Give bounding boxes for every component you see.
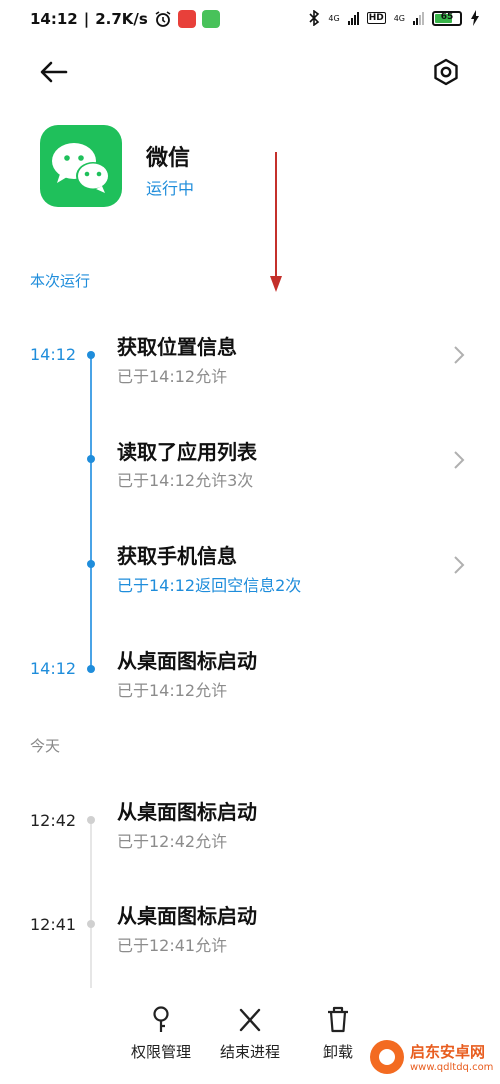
timeline-dot: [87, 351, 95, 359]
battery-icon: 65: [432, 10, 462, 26]
close-icon: [239, 1008, 261, 1032]
timeline-time: 14:12: [30, 345, 77, 364]
timeline-title: 从桌面图标启动: [117, 800, 257, 824]
end-process-label: 结束进程: [219, 1043, 280, 1061]
key-icon: [153, 1006, 169, 1032]
timeline-line-today: [90, 818, 92, 988]
timeline-time: 12:41: [30, 915, 77, 934]
timeline-subtitle: 已于14:12允许3次: [117, 471, 254, 490]
timeline-title: 获取位置信息: [117, 335, 237, 359]
watermark-name: 启东安卓网: [410, 1043, 486, 1061]
app-status: 运行中: [146, 179, 195, 198]
timeline-subtitle: 已于14:12允许: [117, 681, 228, 700]
section-current-run: 本次运行: [30, 272, 91, 290]
timeline-dot: [87, 455, 95, 463]
timeline-dot: [87, 665, 95, 673]
timeline-time: 12:42: [30, 811, 77, 830]
timeline-line-current: [90, 355, 92, 669]
timeline-dot: [87, 920, 95, 928]
status-time: 14:12: [30, 10, 78, 28]
timeline-title: 从桌面图标启动: [117, 649, 257, 673]
bluetooth-icon: [309, 10, 320, 26]
signal-bars-icon-2: [413, 11, 424, 25]
timeline-time: 14:12: [30, 659, 77, 678]
timeline-title: 获取手机信息: [117, 544, 237, 568]
timeline-subtitle: 已于12:42允许: [117, 832, 228, 851]
battery-level: 65: [440, 11, 454, 22]
status-divider: |: [83, 10, 90, 28]
status-left: 14:12 | 2.7K/s: [30, 10, 220, 28]
trash-icon: [328, 1006, 348, 1033]
signal-label-2: 4G: [393, 13, 405, 23]
status-speed: 2.7K/s: [95, 10, 148, 28]
uninstall-label: 卸载: [322, 1043, 353, 1061]
status-bar: 14:12 | 2.7K/s 4G HD 4G 65: [0, 0, 500, 44]
section-today: 今天: [30, 737, 61, 755]
wechat-icon: [40, 125, 122, 207]
permissions-label: 权限管理: [130, 1043, 191, 1061]
timeline-subtitle: 已于14:12返回空信息2次: [117, 576, 302, 595]
app-name: 微信: [146, 146, 191, 171]
chevron-right-icon[interactable]: [452, 345, 466, 365]
notification-app-icon-1: [177, 10, 196, 28]
alarm-icon: [155, 11, 171, 27]
back-arrow-icon[interactable]: [38, 56, 70, 88]
charging-icon: [471, 10, 479, 26]
hd-badge: HD: [366, 12, 386, 24]
timeline-subtitle: 已于12:41允许: [117, 936, 228, 955]
signal-label-1: 4G: [328, 13, 340, 23]
status-right: 4G HD 4G 65: [308, 10, 480, 26]
timeline-title: 从桌面图标启动: [117, 904, 257, 928]
timeline-dot: [87, 816, 95, 824]
chevron-right-icon[interactable]: [452, 555, 466, 575]
settings-gear-icon[interactable]: [430, 56, 462, 88]
notification-app-icon-2: [201, 10, 220, 28]
watermark: 启东安卓网 www.qdltdq.com: [370, 1040, 493, 1074]
timeline-subtitle: 已于14:12允许: [117, 367, 228, 386]
end-process-button[interactable]: 结束进程: [215, 1005, 285, 1062]
signal-bars-icon: [347, 11, 359, 25]
timeline-dot: [87, 560, 95, 568]
timeline-title: 读取了应用列表: [117, 440, 257, 464]
chevron-right-icon[interactable]: [452, 450, 466, 470]
uninstall-button[interactable]: 卸载: [303, 1005, 373, 1062]
watermark-logo-icon: [370, 1040, 404, 1074]
permissions-button[interactable]: 权限管理: [126, 1005, 196, 1062]
annotation-arrow-icon: [270, 152, 282, 292]
watermark-url: www.qdltdq.com: [410, 1062, 494, 1073]
